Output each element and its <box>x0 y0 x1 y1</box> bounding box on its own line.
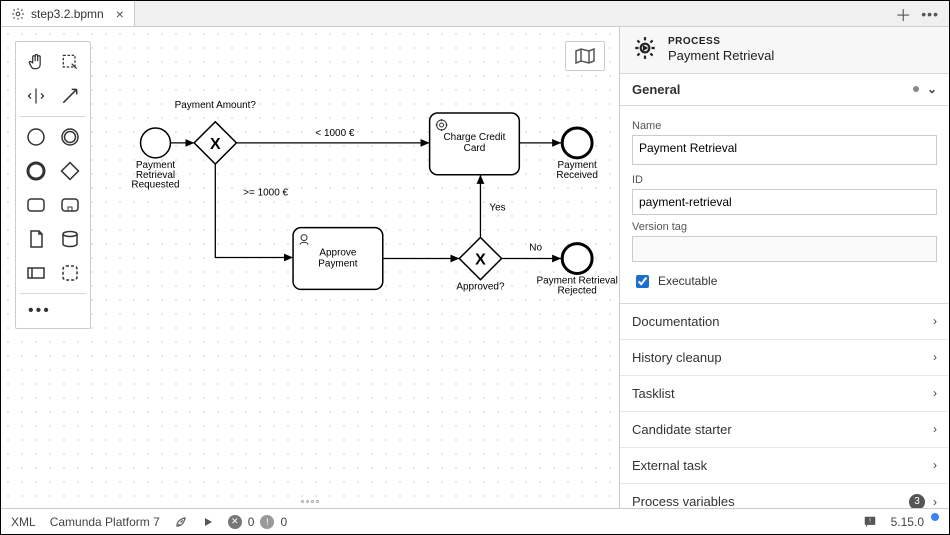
update-available-icon <box>931 513 939 521</box>
end-event-received[interactable]: PaymentReceived <box>556 128 598 181</box>
task-approve-payment[interactable]: ApprovePayment <box>293 228 383 290</box>
chevron-right-icon: › <box>933 422 937 436</box>
svg-text:Approved?: Approved? <box>456 281 505 292</box>
platform-selector[interactable]: Camunda Platform 7 <box>50 515 160 529</box>
error-icon: ✕ <box>228 515 242 529</box>
chevron-right-icon: › <box>933 495 937 508</box>
tab-actions: ＋ ••• <box>885 1 949 26</box>
section-indicator-icon <box>913 86 919 92</box>
group-row-documentation[interactable]: Documentation› <box>620 304 949 340</box>
svg-text:!: ! <box>869 517 871 524</box>
count-badge: 3 <box>909 494 925 508</box>
tab-bar: step3.2.bpmn × ＋ ••• <box>1 1 949 27</box>
problems-indicator[interactable]: ✕0 !0 <box>228 515 287 529</box>
deploy-button[interactable] <box>174 515 188 529</box>
svg-text:X: X <box>210 136 221 153</box>
feedback-button[interactable]: ! <box>863 515 877 529</box>
flow-label-gte: >= 1000 € <box>243 188 288 199</box>
bpmn-file-icon <box>11 7 25 21</box>
chevron-right-icon: › <box>933 386 937 400</box>
tab-menu-button[interactable]: ••• <box>921 6 939 22</box>
start-event[interactable]: PaymentRetrievalRequested <box>131 128 179 191</box>
close-tab-icon[interactable]: × <box>116 7 124 21</box>
id-input[interactable] <box>632 189 937 215</box>
flow-label-lt: < 1000 € <box>315 128 354 139</box>
warning-icon: ! <box>260 515 274 529</box>
panel-resize-handle[interactable] <box>295 500 325 506</box>
id-label: ID <box>632 174 937 186</box>
executable-checkbox[interactable] <box>636 275 649 288</box>
properties-panel: PROCESS Payment Retrieval General ⌄ Name… <box>619 27 949 508</box>
svg-text:Payment RetrievalRejected: Payment RetrievalRejected <box>536 275 617 296</box>
properties-header: PROCESS Payment Retrieval <box>620 27 949 74</box>
section-general-header[interactable]: General ⌄ <box>620 74 949 106</box>
svg-text:X: X <box>475 252 486 269</box>
svg-text:PaymentRetrievalRequested: PaymentRetrievalRequested <box>131 160 179 191</box>
version-label: Version tag <box>632 221 937 233</box>
group-row-history-cleanup[interactable]: History cleanup› <box>620 340 949 376</box>
chevron-down-icon: ⌄ <box>927 82 937 96</box>
group-row-external-task[interactable]: External task› <box>620 448 949 484</box>
chevron-right-icon: › <box>933 458 937 472</box>
executable-checkbox-row[interactable]: Executable <box>632 272 937 291</box>
new-tab-button[interactable]: ＋ <box>895 2 911 26</box>
name-label: Name <box>632 120 937 132</box>
end-event-rejected[interactable]: Payment RetrievalRejected <box>536 244 617 297</box>
properties-title: Payment Retrieval <box>668 48 774 65</box>
xml-toggle[interactable]: XML <box>11 515 36 529</box>
group-row-tasklist[interactable]: Tasklist› <box>620 376 949 412</box>
section-general-body: Name Payment Retrieval ID Version tag Ex… <box>620 106 949 304</box>
svg-text:ApprovePayment: ApprovePayment <box>318 248 358 270</box>
chevron-right-icon: › <box>933 314 937 328</box>
process-icon <box>632 35 658 64</box>
version-label[interactable]: 5.15.0 <box>891 515 939 529</box>
flow-label-no: No <box>529 243 542 254</box>
file-tab-label: step3.2.bpmn <box>31 7 104 21</box>
gateway-payment-amount[interactable]: X Payment Amount? <box>175 100 257 164</box>
version-input[interactable] <box>632 236 937 262</box>
group-row-candidate-starter[interactable]: Candidate starter› <box>620 412 949 448</box>
svg-text:Payment Amount?: Payment Amount? <box>175 100 257 111</box>
chevron-right-icon: › <box>933 350 937 364</box>
flow-label-yes: Yes <box>489 203 505 214</box>
bpmn-diagram: PaymentRetrievalRequested X Payment Amou… <box>1 27 619 508</box>
name-input[interactable]: Payment Retrieval <box>632 135 937 165</box>
task-charge-credit-card[interactable]: Charge CreditCard <box>430 113 520 175</box>
svg-text:PaymentReceived: PaymentReceived <box>556 160 598 181</box>
file-tab[interactable]: step3.2.bpmn × <box>1 1 135 26</box>
status-bar: XML Camunda Platform 7 ✕0 !0 ! 5.15.0 <box>1 508 949 534</box>
diagram-canvas[interactable]: ••• PaymentRetrievalRequested X Payment … <box>1 27 619 508</box>
gateway-approved[interactable]: X Approved? <box>456 237 505 292</box>
group-row-process-variables[interactable]: Process variables3› <box>620 484 949 508</box>
properties-kind: PROCESS <box>668 35 774 48</box>
run-button[interactable] <box>202 516 214 528</box>
